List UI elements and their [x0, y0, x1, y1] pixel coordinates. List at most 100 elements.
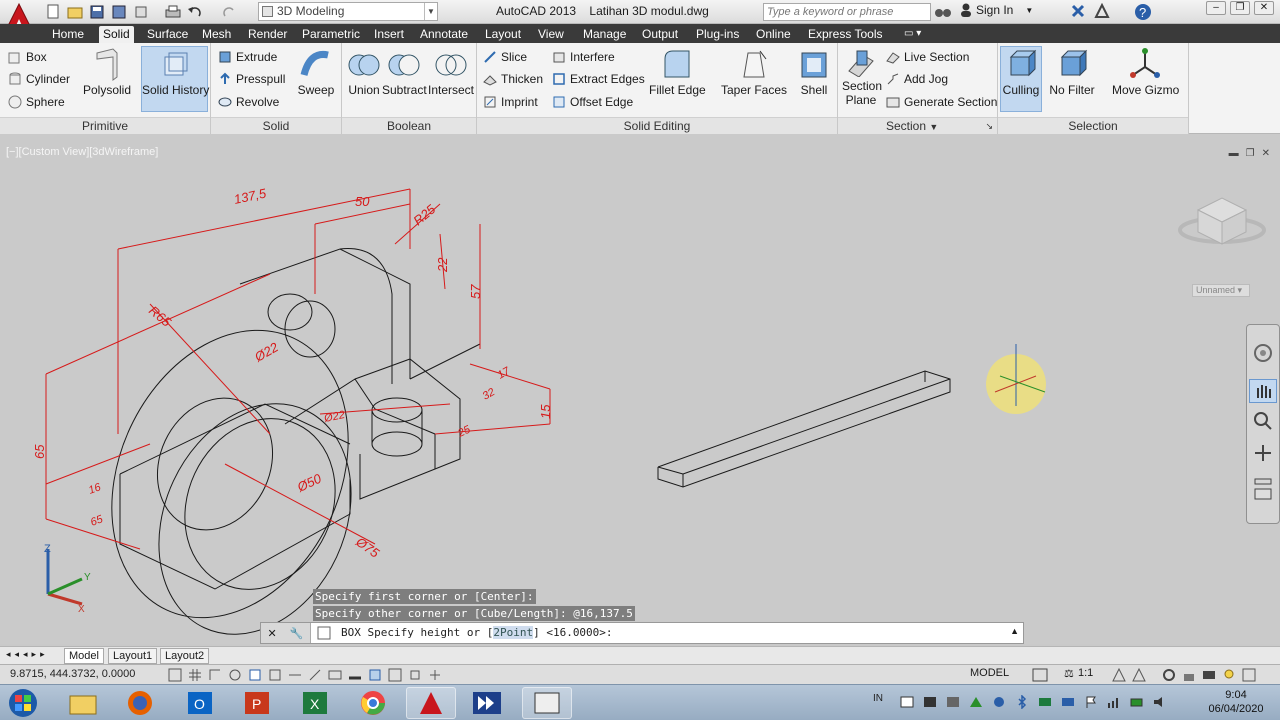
sweep-button[interactable]: Sweep	[296, 47, 336, 97]
help-icon[interactable]: ?	[1134, 3, 1152, 24]
tab-manage[interactable]: Manage	[579, 26, 630, 43]
selection-cycling-icon[interactable]	[408, 668, 422, 685]
excel-taskbar-button[interactable]: X	[290, 687, 340, 719]
otrack-icon[interactable]	[288, 668, 302, 685]
ucs-menu-dropdown[interactable]: Unnamed ▾	[1192, 284, 1250, 297]
interfere-button[interactable]: Interfere	[552, 50, 615, 64]
system-clock[interactable]: 9:04 06/04/2020	[1200, 688, 1272, 716]
grid-icon[interactable]	[188, 668, 202, 685]
undo-list-icon[interactable]	[132, 3, 150, 21]
coordinate-readout[interactable]: 9.8715, 444.3732, 0.0000	[10, 668, 135, 680]
command-option-2point[interactable]: 2Point	[493, 626, 534, 639]
tab-online[interactable]: Online	[752, 26, 795, 43]
new-icon[interactable]	[44, 3, 62, 21]
imprint-button[interactable]: Imprint	[483, 95, 538, 109]
tab-solid[interactable]: Solid	[99, 26, 134, 43]
shell-button[interactable]: Shell	[797, 47, 831, 97]
pan-hand-icon[interactable]	[1249, 379, 1277, 403]
isolate-objects-icon[interactable]	[1222, 668, 1236, 685]
intersect-button[interactable]: Intersect	[428, 47, 474, 97]
workspace-dropdown[interactable]: 3D Modeling ▼	[258, 2, 438, 21]
lineweight-icon[interactable]	[348, 668, 362, 685]
extrude-button[interactable]: Extrude	[218, 50, 277, 64]
save-icon[interactable]	[88, 3, 106, 21]
close-button[interactable]: ✕	[1254, 1, 1274, 15]
firefox-taskbar-button[interactable]	[115, 687, 165, 719]
zoom-icon[interactable]	[1253, 411, 1273, 434]
close-icon[interactable]: ✕	[268, 627, 277, 640]
command-history-toggle-icon[interactable]: ▲	[1010, 626, 1019, 636]
battery-icon[interactable]	[1130, 695, 1144, 712]
3d-osnap-icon[interactable]	[268, 668, 282, 685]
culling-button[interactable]: Culling	[1000, 46, 1042, 112]
cylinder-button[interactable]: Cylinder	[8, 72, 70, 86]
media-player-taskbar-button[interactable]	[462, 687, 512, 719]
tab-express-tools[interactable]: Express Tools	[804, 26, 886, 43]
steering-wheel-icon[interactable]	[1253, 343, 1273, 366]
tab-output[interactable]: Output	[638, 26, 682, 43]
tab-annotate[interactable]: Annotate	[416, 26, 472, 43]
section-plane-button[interactable]: Section Plane	[842, 47, 882, 107]
slice-button[interactable]: Slice	[483, 50, 527, 64]
revolve-button[interactable]: Revolve	[218, 95, 279, 109]
quick-view-layouts-icon[interactable]	[1032, 668, 1048, 685]
action-center-flag-icon[interactable]	[1084, 695, 1098, 712]
binoculars-search-icon[interactable]	[934, 3, 952, 22]
network-icon[interactable]	[1107, 695, 1121, 712]
google-drive-icon[interactable]	[969, 695, 983, 712]
tab-layout1[interactable]: Layout1	[108, 648, 158, 664]
tab-insert[interactable]: Insert	[370, 26, 408, 43]
undo-icon[interactable]	[186, 3, 204, 21]
orbit-icon[interactable]	[1253, 443, 1273, 466]
tab-view[interactable]: View	[534, 26, 568, 43]
panel-title-section[interactable]: Section ▼ ↘	[838, 117, 997, 134]
tab-render[interactable]: Render	[244, 26, 291, 43]
box-button[interactable]: Box	[8, 50, 47, 64]
infer-constraints-icon[interactable]	[168, 668, 182, 685]
tab-model[interactable]: Model	[64, 648, 104, 664]
solid-history-button[interactable]: Solid History	[141, 46, 209, 112]
annotation-scale[interactable]: 1:1	[1078, 667, 1093, 679]
minimize-button[interactable]: –	[1206, 1, 1226, 15]
chrome-taskbar-button[interactable]	[348, 687, 398, 719]
transparency-icon[interactable]	[368, 668, 382, 685]
open-icon[interactable]	[66, 3, 84, 21]
quick-properties-icon[interactable]	[388, 668, 402, 685]
drawing-area[interactable]: [−][Custom View][3dWireframe] ▬ ❐ ✕ 137,…	[0, 134, 1280, 644]
live-section-button[interactable]: Live Section	[886, 50, 969, 64]
volume-icon[interactable]	[1153, 695, 1167, 712]
tray-app-icon[interactable]	[1061, 695, 1075, 712]
ortho-icon[interactable]	[208, 668, 222, 685]
exchange-icon[interactable]	[1070, 3, 1086, 24]
lock-ui-icon[interactable]	[1182, 668, 1196, 685]
subscription-icon[interactable]	[1094, 2, 1110, 24]
snipping-tool-taskbar-button[interactable]	[522, 687, 572, 719]
union-button[interactable]: Union	[345, 47, 383, 97]
sphere-button[interactable]: Sphere	[8, 95, 65, 109]
bluetooth-icon[interactable]	[1015, 694, 1029, 712]
command-prompt[interactable]: BOX Specify height or [2Point] <16.0000>…	[341, 626, 613, 639]
tab-plug-ins[interactable]: Plug-ins	[692, 26, 743, 43]
search-input[interactable]: Type a keyword or phrase	[763, 3, 931, 21]
subtract-button[interactable]: Subtract	[382, 47, 427, 97]
offset-edge-button[interactable]: Offset Edge	[552, 95, 633, 109]
showmotion-icon[interactable]	[1253, 477, 1273, 504]
dyn-input-icon[interactable]	[328, 668, 342, 685]
tray-app-icon[interactable]	[992, 695, 1006, 712]
tab-surface[interactable]: Surface	[143, 26, 192, 43]
tab-layout[interactable]: Layout	[481, 26, 525, 43]
input-language[interactable]: IN	[873, 693, 883, 704]
add-jog-button[interactable]: Add Jog	[886, 72, 948, 86]
start-button[interactable]	[0, 687, 46, 719]
tray-app-icon[interactable]	[923, 695, 937, 712]
tray-app-icon[interactable]	[946, 695, 960, 712]
tab-home[interactable]: Home	[48, 26, 88, 43]
tab-nav-arrows[interactable]: ◂◂◂▸▸	[6, 649, 49, 660]
tray-app-icon[interactable]	[1038, 695, 1052, 712]
polysolid-button[interactable]: Polysolid	[82, 47, 132, 97]
osnap-icon[interactable]	[248, 668, 262, 685]
generate-section-button[interactable]: Generate Section	[886, 95, 997, 109]
dialog-launcher-icon[interactable]: ↘	[985, 118, 993, 134]
tray-app-icon[interactable]	[900, 695, 914, 712]
clean-screen-icon[interactable]	[1242, 668, 1256, 685]
